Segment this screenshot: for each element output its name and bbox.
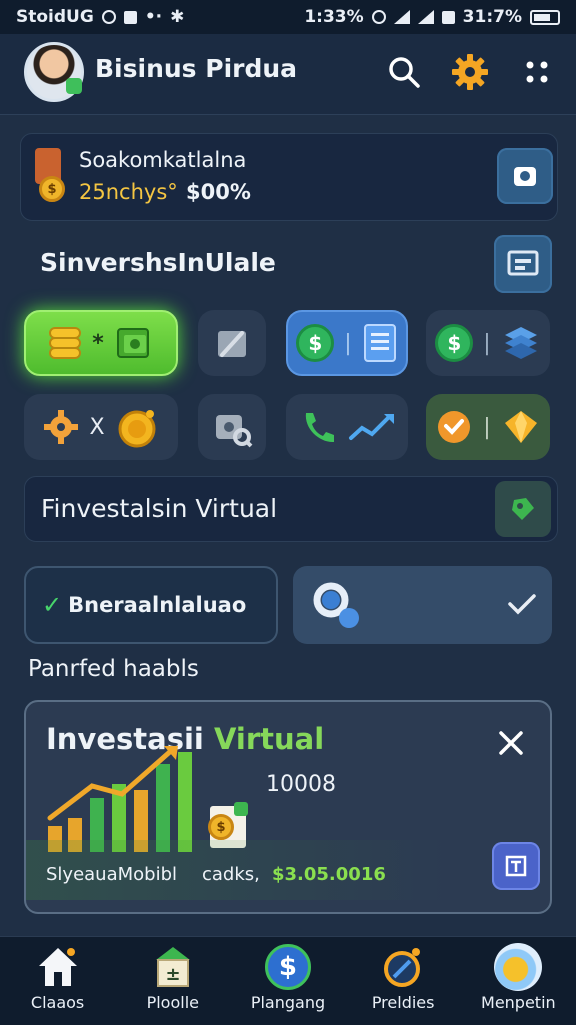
tile-rewards[interactable]: | xyxy=(426,394,550,460)
document-list-icon xyxy=(363,324,396,362)
nav-item-profile[interactable]: Menpetin xyxy=(463,937,573,1012)
search-dropdown[interactable] xyxy=(293,566,552,644)
tile-separator: * xyxy=(92,330,104,356)
compass-icon xyxy=(379,943,427,991)
nav-label: Menpetin xyxy=(481,993,556,1012)
check-badge-icon xyxy=(438,411,471,443)
lock-gear-icon xyxy=(216,415,253,448)
investment-card[interactable]: Investasii Virtual $ 10008 SlyeauaMobibl… xyxy=(24,700,552,914)
promo-card[interactable]: $ Soakomkatlalna 25nchys° $00% xyxy=(20,133,558,221)
promo-amount: $00% xyxy=(186,180,251,204)
battery-icon xyxy=(530,9,560,25)
gear-icon xyxy=(44,410,79,444)
tile-separator: X xyxy=(89,414,105,440)
sim-icon xyxy=(441,10,455,24)
diamond-icon xyxy=(504,411,537,443)
more-menu-button[interactable] xyxy=(515,50,559,94)
phone-icon xyxy=(305,413,334,443)
building-icon: ± xyxy=(149,943,197,991)
app-header: Bisinus Pirdua xyxy=(0,34,576,115)
message-icon xyxy=(123,10,137,24)
investment-footer-mid: cadks, xyxy=(202,864,260,885)
investment-title-accent: Virtual xyxy=(213,722,325,756)
trend-up-icon xyxy=(349,414,394,440)
close-icon[interactable] xyxy=(498,730,524,756)
notification-icon xyxy=(101,10,116,24)
tile-separator: | xyxy=(344,330,352,356)
nav-item-payments[interactable]: $ Plangang xyxy=(233,937,343,1012)
status-time: 1:33% xyxy=(304,7,364,27)
section-title: SinvershsInUlale xyxy=(40,248,276,277)
grid-dots-icon xyxy=(526,61,548,83)
investment-bar-title: Finvestalsin Virtual xyxy=(41,494,278,523)
dollar-coin-icon: $ xyxy=(264,943,312,991)
section-action-button[interactable] xyxy=(494,235,552,293)
dollar-icon: $ xyxy=(435,324,474,362)
status-left: StoidUG •· ✱ xyxy=(16,7,184,27)
money-bag-icon: $ xyxy=(31,148,67,202)
investment-footer-label: SlyeauaMobibl xyxy=(46,864,178,885)
nav-label: Preldies xyxy=(371,993,435,1012)
promo-title: Soakomkatlalna xyxy=(79,148,247,172)
nav-item-building[interactable]: ± Ploolle xyxy=(118,937,228,1012)
gold-coin-icon xyxy=(118,410,156,448)
camera-button[interactable] xyxy=(497,148,553,204)
alarm-icon xyxy=(371,10,386,24)
wrench-box-icon xyxy=(218,331,246,357)
search-icon xyxy=(389,57,420,88)
chart-window-icon xyxy=(507,250,539,276)
tile-money[interactable]: $ | xyxy=(426,310,550,376)
camera-icon xyxy=(514,167,536,186)
svg-text:±: ± xyxy=(165,964,180,985)
tile-security[interactable] xyxy=(198,394,266,460)
avatar-badge-icon xyxy=(66,78,82,94)
stack-layers-icon xyxy=(504,327,537,359)
investment-footer-amount: $3.05.0016 xyxy=(272,864,386,885)
settings-small-icon: ✱ xyxy=(170,7,185,27)
nav-item-home[interactable]: Claaos xyxy=(3,937,113,1012)
status-right: 1:33% 31:7% xyxy=(304,7,560,27)
profile-orb-icon xyxy=(494,943,543,991)
tile-coins[interactable]: * xyxy=(24,310,178,376)
nav-label: Claaos xyxy=(30,993,85,1012)
tile-settings-coin[interactable]: X xyxy=(24,394,178,460)
dollar-icon: $ xyxy=(296,324,335,362)
settings-button[interactable] xyxy=(448,50,492,94)
investment-bar[interactable]: Finvestalsin Virtual xyxy=(24,476,558,542)
checkmark-icon: ✓ xyxy=(42,591,63,619)
nav-item-explore[interactable]: Preldies xyxy=(348,937,458,1012)
share-button[interactable] xyxy=(495,481,551,537)
nav-label: Ploolle xyxy=(146,993,199,1012)
bottom-nav: Claaos ± Ploolle $ Plangang Preldies Men… xyxy=(0,936,576,1025)
signal-icon xyxy=(417,10,434,24)
app-title: Bisinus Pirdua xyxy=(95,54,298,83)
investment-value: 10008 xyxy=(266,772,336,797)
home-icon xyxy=(34,943,82,991)
selected-option[interactable]: ✓ Bneraalnlaluao xyxy=(24,566,278,644)
check-icon xyxy=(508,594,536,615)
tile-finance[interactable]: $ | xyxy=(286,310,408,376)
tile-separator: | xyxy=(483,414,491,440)
tile-tools[interactable] xyxy=(198,310,266,376)
tile-separator: | xyxy=(483,330,491,356)
promo-subtitle: 25nchys° xyxy=(79,180,178,204)
selected-option-label: Bneraalnlaluao xyxy=(68,593,247,617)
nav-label: Plangang xyxy=(250,993,326,1012)
tile-contact[interactable] xyxy=(286,394,408,460)
leaf-tag-icon xyxy=(512,498,534,520)
export-button[interactable] xyxy=(492,842,540,890)
gear-icon xyxy=(452,54,488,90)
status-bar: StoidUG •· ✱ 1:33% 31:7% xyxy=(0,0,576,34)
search-button[interactable] xyxy=(382,50,426,94)
carrier-text: StoidUG xyxy=(16,7,94,27)
wifi-icon xyxy=(393,10,410,24)
battery-text: 31:7% xyxy=(462,7,522,27)
more-notifications-icon: •· xyxy=(144,7,163,27)
magnifier-icon xyxy=(313,582,359,628)
cash-stack-icon xyxy=(116,328,149,358)
section-title-2: Panrfed haabls xyxy=(28,656,199,682)
coin-stack-icon xyxy=(49,327,82,359)
export-icon xyxy=(505,855,527,877)
